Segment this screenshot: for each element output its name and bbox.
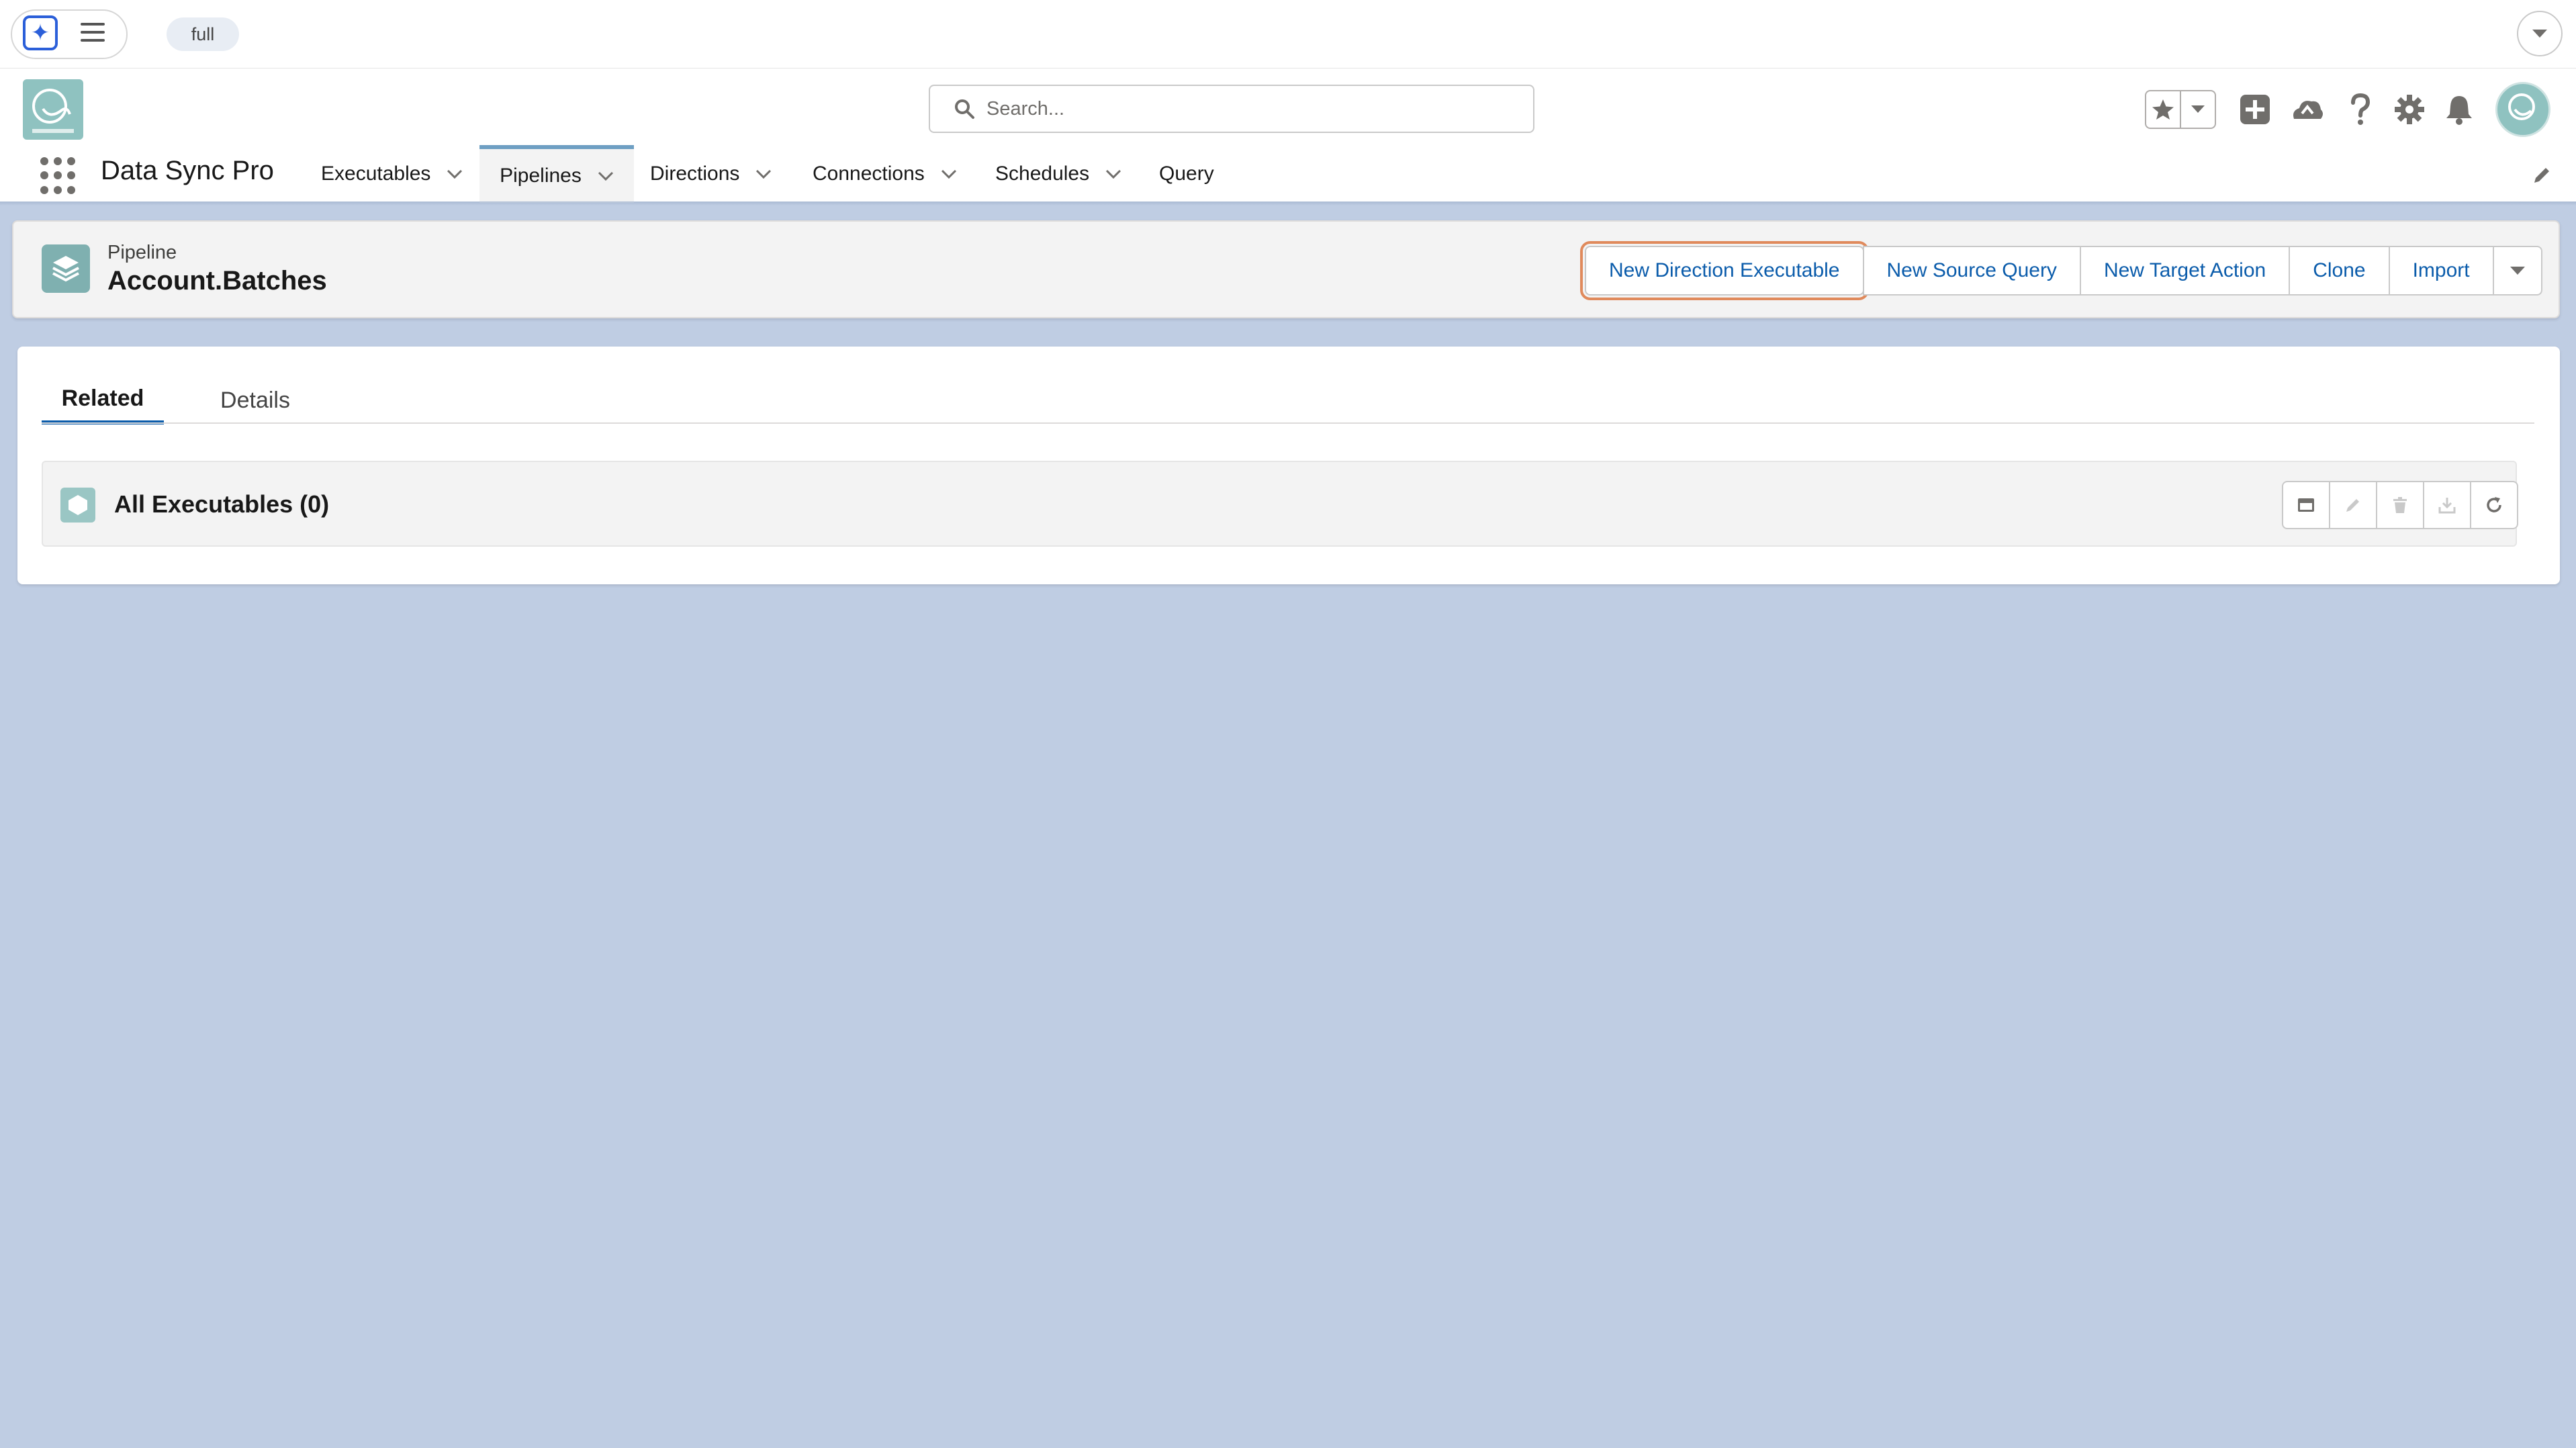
layers-icon (42, 244, 90, 293)
star-icon[interactable] (2146, 91, 2181, 128)
user-avatar[interactable] (2495, 82, 2550, 137)
delete-button[interactable] (2376, 481, 2424, 529)
new-source-query-button[interactable]: New Source Query (1862, 246, 2081, 296)
chevron-down-icon[interactable] (447, 169, 463, 179)
edit-icon (2346, 499, 2359, 512)
nav-item-executables[interactable]: Executables (321, 145, 463, 203)
tab-details[interactable]: Details (201, 376, 309, 424)
related-list-actions (2282, 481, 2518, 529)
add-icon[interactable] (2236, 90, 2274, 129)
tab-related[interactable]: Related (42, 376, 164, 424)
nav-item-label: Directions (650, 163, 740, 185)
related-list-card (42, 461, 2517, 547)
more-actions-button[interactable] (2492, 246, 2542, 296)
help-icon[interactable] (2344, 90, 2377, 129)
record-actions: New Direction Executable New Source Quer… (1580, 241, 2542, 300)
record-title: Account.Batches (107, 266, 327, 296)
view-icon (2298, 498, 2314, 512)
menu-icon[interactable] (81, 23, 105, 43)
nav-item-pipelines[interactable]: Pipelines (479, 145, 634, 203)
chevron-down-icon (2510, 267, 2525, 275)
tab-divider (42, 422, 2534, 424)
app-launcher-icon[interactable] (40, 157, 78, 195)
view-button[interactable] (2282, 481, 2330, 529)
import-button[interactable]: Import (2388, 246, 2494, 296)
chevron-down-icon[interactable] (2181, 91, 2215, 128)
edit-nav-icon[interactable] (2532, 165, 2552, 185)
nav-item-connections[interactable]: Connections (813, 145, 957, 203)
sparkle-icon[interactable]: ✦ (23, 15, 58, 50)
chevron-down-icon[interactable] (941, 169, 957, 179)
gear-icon[interactable] (2391, 90, 2428, 129)
chevron-down-icon[interactable] (598, 171, 614, 181)
nav-item-label: Schedules (995, 163, 1090, 185)
refresh-icon (2487, 497, 2501, 512)
nav-item-label: Pipelines (500, 165, 582, 187)
nav-item-directions[interactable]: Directions (650, 145, 772, 203)
executable-icon (60, 488, 95, 523)
delete-icon (2393, 497, 2407, 513)
search-icon (954, 98, 975, 120)
new-direction-executable-button[interactable]: New Direction Executable (1580, 241, 1869, 300)
utility-bar (0, 0, 2576, 68)
chevron-down-icon[interactable] (2517, 11, 2563, 56)
header-shadow (0, 201, 2576, 206)
new-target-action-button[interactable]: New Target Action (2079, 246, 2291, 296)
chevron-down-icon[interactable] (755, 169, 772, 179)
bell-icon[interactable] (2440, 90, 2478, 129)
related-list-title[interactable]: All Executables (0) (114, 490, 329, 518)
download-button[interactable] (2423, 481, 2471, 529)
environment-badge: full (167, 17, 239, 51)
nav-item-label: Executables (321, 163, 431, 185)
nav-item-label: Connections (813, 163, 925, 185)
search-input[interactable]: Search... (929, 85, 1534, 133)
cloud-icon[interactable] (2286, 90, 2329, 129)
nav-item-schedules[interactable]: Schedules (995, 145, 1121, 203)
favorites-button-group[interactable] (2145, 90, 2216, 129)
refresh-button[interactable] (2470, 481, 2518, 529)
download-icon (2438, 498, 2456, 514)
nav-item-label: Query (1159, 163, 1214, 185)
app-name: Data Sync Pro (101, 156, 274, 185)
nav-item-query[interactable]: Query (1159, 145, 1214, 203)
chevron-down-icon[interactable] (1105, 169, 1121, 179)
edit-button[interactable] (2329, 481, 2377, 529)
clone-button[interactable]: Clone (2289, 246, 2390, 296)
app-logo[interactable] (23, 79, 83, 140)
record-type-label: Pipeline (107, 242, 177, 263)
